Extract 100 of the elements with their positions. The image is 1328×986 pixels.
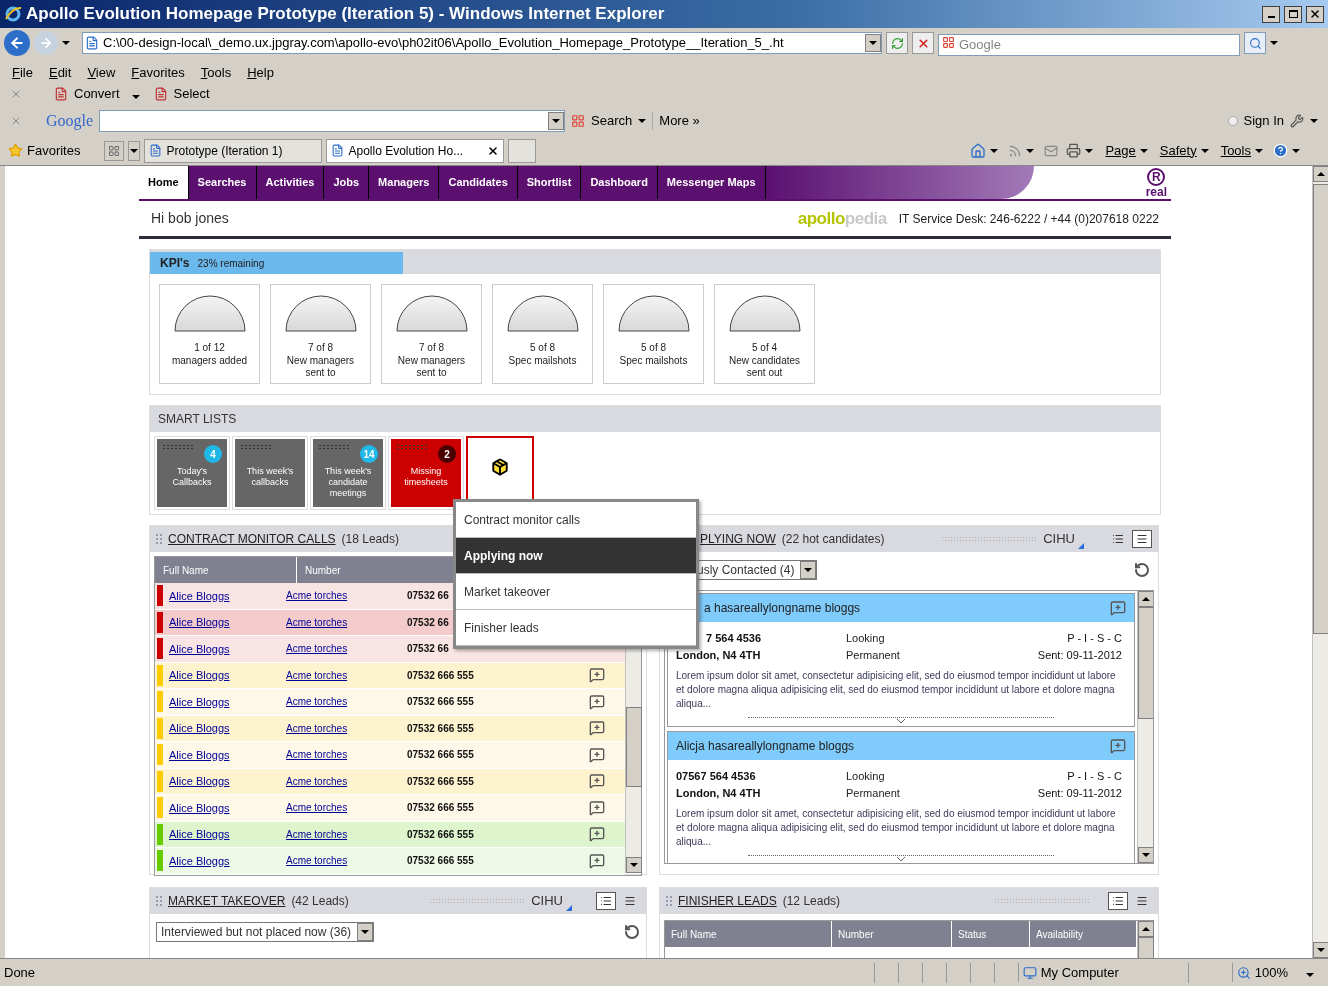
lead-row[interactable]: Alice Bloggs Acme torches 07532 666 555 [155,742,625,769]
lead-row[interactable]: Alice Bloggs Acme torches 07532 666 555 [155,768,625,795]
company-link[interactable]: Acme torches [286,747,407,763]
minimize-button[interactable] [1262,5,1280,23]
lead-name-link[interactable]: Alice Bloggs [169,587,286,604]
column-header[interactable]: Full Name [665,921,832,947]
more-button[interactable]: More » [659,111,700,131]
company-link[interactable]: Acme torches [286,667,407,683]
lead-name-link[interactable]: Alice Bloggs [169,799,286,816]
smart-list-tile[interactable]: This week's callbacks [235,439,305,507]
sign-in-link[interactable]: Sign In [1243,111,1284,131]
lead-row[interactable]: Alice Bloggs Acme torches 07532 666 555 [155,662,625,689]
lead-name-link[interactable]: Alice Bloggs [169,773,286,790]
company-link[interactable]: Acme torches [286,694,407,710]
menu-option[interactable]: Finisher leads [456,610,696,646]
menu-option[interactable]: Market takeover [456,574,696,610]
company-link[interactable]: Acme torches [286,773,407,789]
menu-option[interactable]: Applying now [456,538,696,574]
owner-label[interactable]: CIHU [531,891,563,911]
company-link[interactable]: Acme torches [286,826,407,842]
command-menu[interactable]: Tools [1220,140,1251,161]
dropdown-button[interactable] [865,34,881,52]
list-view-button[interactable] [1108,892,1128,910]
smart-list-tile[interactable]: 14 This week's candidate meetings [313,439,383,507]
lead-name-link[interactable]: Alice Bloggs [169,826,286,843]
scrollbar[interactable] [1312,166,1328,958]
nav-tab[interactable]: Candidates [439,166,518,199]
panel-title-link[interactable]: CONTRACT MONITOR CALLS [168,530,336,548]
menu-item[interactable]: Tools [200,63,232,83]
drag-handle-icon[interactable] [666,896,672,906]
column-header[interactable]: Number [832,921,952,947]
company-link[interactable]: Acme torches [286,588,407,604]
lead-name-link[interactable]: Alice Bloggs [169,693,286,710]
select-button[interactable]: Select [173,84,210,104]
browser-tab[interactable]: Prototype (Iteration 1) [144,138,323,163]
lead-name-link[interactable]: Alice Bloggs [169,852,286,869]
nav-tab[interactable]: Searches [188,166,257,199]
command-menu[interactable]: Page [1105,140,1136,161]
panel-title-link[interactable]: FINISHER LEADS [678,892,777,910]
smart-list-tile[interactable]: 2 Missing timesheets [391,439,461,507]
drag-handle-icon[interactable] [156,896,162,906]
toolbar-search-button[interactable]: Search [591,111,633,131]
company-link[interactable]: Acme torches [286,614,407,630]
company-link[interactable]: Acme torches [286,641,407,657]
nav-tab[interactable]: Managers [369,166,440,199]
zoom-level[interactable]: 100% [1254,962,1288,983]
back-button[interactable] [4,30,30,56]
kpi-card[interactable]: 5 of 4 New candidates sent out [714,284,815,384]
kpi-card[interactable]: 5 of 8 Spec mailshots [603,284,704,384]
lead-name-link[interactable]: Alice Bloggs [169,746,286,763]
lead-name-link[interactable]: Alice Bloggs [169,614,286,631]
smart-list-tile[interactable]: 4 Today's Callbacks [157,439,227,507]
menu-item[interactable]: Help [247,63,274,83]
dropdown-button[interactable] [800,561,817,579]
menu-item[interactable]: View [87,63,116,83]
filter-select[interactable]: Interviewed but not placed now (36) [156,922,375,942]
browser-tab[interactable]: Apollo Evolution Ho... [326,138,505,163]
kpi-card[interactable]: 7 of 8 New managers sent to [270,284,371,384]
nav-tab[interactable]: Jobs [324,166,370,199]
lead-row[interactable]: Alice Bloggs Acme torches 07532 666 555 [155,795,625,822]
dropdown-button[interactable] [548,112,565,130]
nav-tab[interactable]: Dashboard [581,166,658,199]
lead-name-link[interactable]: Alice Bloggs [169,640,286,657]
convert-button[interactable]: Convert [74,84,120,104]
close-button[interactable] [1306,5,1324,23]
dropdown-button[interactable] [357,923,374,941]
quick-tabs-button[interactable] [104,140,125,161]
rows-view-button[interactable] [1132,530,1152,548]
expand-icon[interactable] [896,718,906,724]
stop-button[interactable] [912,32,934,54]
card-title-bar[interactable]: Alicja hasareallylongname bloggs [668,732,1134,760]
owner-label[interactable]: CIHU [1043,529,1075,549]
kpi-card[interactable]: 5 of 8 Spec mailshots [492,284,593,384]
search-button[interactable] [1244,32,1266,54]
toolbar-search-field[interactable] [99,110,566,132]
list-view-button[interactable] [596,892,616,910]
lead-row[interactable]: Alice Bloggs Acme torches 07532 666 555 [155,848,625,875]
lead-name-link[interactable]: Alice Bloggs [169,720,286,737]
company-link[interactable]: Acme torches [286,800,407,816]
kpi-card[interactable]: 7 of 8 New managers sent to [381,284,482,384]
address-field[interactable]: C:\00-design-local\_demo.ux.jpgray.com\apollo-evo\ph02it06\Apollo_Evolution_Homepage_Prototype__Iteration_5_.ht [82,32,882,54]
command-menu[interactable]: Safety [1159,140,1197,161]
panel-title-link[interactable]: MARKET TAKEOVER [168,892,286,910]
company-link[interactable]: Acme torches [286,720,407,736]
nav-tab[interactable]: Messenger Maps [657,166,766,199]
kpi-card[interactable]: 1 of 12 managers added [159,284,260,384]
search-field[interactable]: Google [938,33,1240,56]
menu-item[interactable]: Edit [48,63,72,83]
lead-name-link[interactable]: Alice Bloggs [169,667,286,684]
panel-title-link[interactable]: PLYING NOW [700,530,776,548]
favorites-button[interactable]: Favorites [27,140,81,161]
refresh-button[interactable] [886,32,908,54]
expand-icon[interactable] [896,856,906,862]
drag-handle-icon[interactable] [156,534,162,544]
lead-row[interactable]: Alice Bloggs Acme torches 07532 666 555 [155,715,625,742]
maximize-button[interactable] [1284,5,1302,23]
nav-tab[interactable]: Activities [256,166,325,199]
menu-item[interactable]: Favorites [131,63,185,83]
lead-row[interactable]: Alice Bloggs Acme torches 07532 666 555 [155,821,625,848]
nav-tab[interactable]: Home [139,166,189,199]
